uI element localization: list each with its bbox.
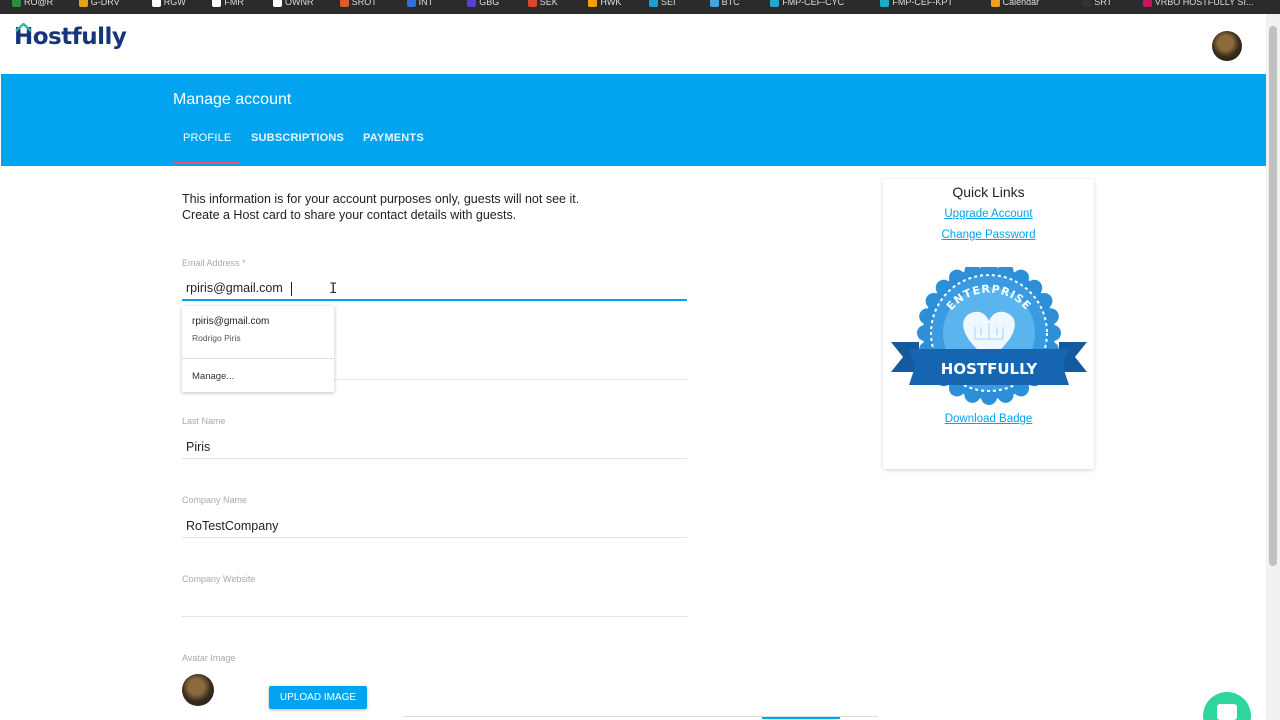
bookmark-item[interactable]: OWNR [273, 0, 314, 8]
bookmark-item[interactable]: HWK [588, 0, 621, 8]
last-name-label: Last Name [182, 416, 226, 426]
bookmark-label: FMR [224, 0, 244, 7]
house-roof-icon [15, 23, 32, 32]
autocomplete-dropdown: rpiris@gmail.com Rodrigo Piris Manage... [182, 306, 334, 392]
page-scrollbar[interactable] [1266, 14, 1280, 720]
bookmark-label: INT [418, 0, 434, 7]
bookmark-favicon-icon [151, 0, 161, 7]
bookmark-favicon-icon [12, 0, 21, 7]
bookmark-label: SEK [539, 0, 558, 7]
bookmark-item[interactable]: SRT [1082, 0, 1112, 8]
company-website-field[interactable] [182, 593, 687, 617]
bookmark-label: Calendar [1002, 0, 1040, 7]
hostfully-logo[interactable]: Hostfully [14, 23, 127, 50]
suggestion-name: Rodrigo Piris [192, 333, 241, 343]
bookmark-label: FMP-CEF-CYC [782, 0, 845, 7]
bookmark-favicon-icon [339, 0, 349, 7]
upload-image-button[interactable]: UPLOAD IMAGE [269, 686, 367, 709]
bookmark-favicon-icon [588, 0, 598, 7]
bookmark-label: SRT [1094, 0, 1113, 7]
badge-bottom-text: HOSTFULLY [941, 360, 1039, 378]
intro-line-2: Create a Host card to share your contact… [182, 208, 517, 222]
bottom-panel-accent [762, 717, 840, 719]
suggestion-email: rpiris@gmail.com [192, 316, 270, 327]
autocomplete-suggestion[interactable]: rpiris@gmail.com Rodrigo Piris [182, 306, 334, 358]
upgrade-account-link[interactable]: Upgrade Account [883, 208, 1094, 220]
download-badge-link[interactable]: Download Badge [883, 413, 1094, 425]
chat-icon [1217, 704, 1237, 720]
bookmark-item[interactable]: Calendar [990, 0, 1040, 8]
manage-account-band: Manage account PROFILE SUBSCRIPTIONS PAY… [1, 74, 1266, 166]
bookmarks-bar: RO@R G-DRV RGW FMR OWNR SROT INT GBG SEK HWK SEI BT… [0, 0, 1280, 14]
bookmark-favicon-icon [273, 0, 282, 7]
bookmark-label: BTC [721, 0, 740, 7]
email-label: Email Address * [182, 258, 246, 268]
bookmark-label: HWK [600, 0, 622, 7]
bookmark-item[interactable]: SEK [527, 0, 558, 8]
bookmark-item[interactable]: FMR [212, 0, 244, 8]
bookmark-label: RO@R [24, 0, 54, 7]
bookmark-item[interactable]: RO@R [12, 0, 53, 8]
page-title: Manage account [173, 91, 292, 108]
bookmark-favicon-icon [709, 0, 719, 7]
bookmark-label: OWNR [285, 0, 314, 7]
bookmark-label: VRBO HOSTFULLY SI... [1154, 0, 1254, 7]
bookmark-item[interactable]: INT [406, 0, 434, 8]
bookmark-favicon-icon [527, 0, 537, 7]
bookmark-item[interactable]: SEI [649, 0, 676, 8]
dropdown-divider [182, 358, 334, 359]
bookmark-favicon-icon [1082, 0, 1092, 7]
bookmark-favicon-icon [649, 0, 658, 7]
bookmark-favicon-icon [212, 0, 222, 7]
intro-line-1: This information is for your account pur… [182, 192, 580, 206]
chat-launcher-button[interactable] [1203, 692, 1251, 720]
quick-links-title: Quick Links [952, 184, 1025, 200]
user-avatar[interactable] [1212, 31, 1242, 61]
bookmark-favicon-icon [1142, 0, 1152, 7]
avatar-image-label: Avatar Image [182, 653, 236, 663]
bookmark-favicon-icon [406, 0, 416, 7]
scrollbar-thumb[interactable] [1269, 26, 1277, 566]
change-password-link[interactable]: Change Password [883, 229, 1094, 241]
bookmark-favicon-icon [990, 0, 1000, 7]
intro-text: This information is for your account pur… [182, 191, 579, 223]
company-name-field[interactable] [182, 514, 687, 538]
bookmark-favicon-icon [880, 0, 890, 7]
bookmark-item[interactable]: GBG [467, 0, 499, 8]
bookmark-item[interactable]: FMP-CEF-CYC [770, 0, 844, 8]
enterprise-badge-icon: ENTERPRISE HOSTFULLY [891, 267, 1087, 405]
bookmark-label: GBG [479, 0, 500, 7]
text-caret [291, 282, 292, 296]
bookmark-label: G-DRV [90, 0, 120, 7]
company-name-label: Company Name [182, 495, 248, 505]
bookmark-favicon-icon [770, 0, 780, 7]
company-website-label: Company Website [182, 574, 256, 584]
quick-links-card: Quick Links Upgrade Account Change Passw… [883, 179, 1094, 469]
bookmark-label: SROT [351, 0, 377, 7]
bookmark-label: RGW [163, 0, 186, 7]
bookmark-item[interactable]: BTC [709, 0, 740, 8]
avatar-image-preview [182, 674, 214, 706]
tab-subscriptions[interactable]: SUBSCRIPTIONS [251, 132, 344, 144]
text-cursor-icon: I [329, 281, 338, 297]
bookmark-item[interactable]: SROT [339, 0, 377, 8]
active-tab-indicator [173, 162, 240, 164]
bookmark-favicon-icon [467, 0, 477, 7]
bookmark-item[interactable]: FMP-CEF-KPT [880, 0, 953, 8]
tab-profile[interactable]: PROFILE [183, 132, 231, 144]
bookmark-item[interactable]: G-DRV [78, 0, 120, 8]
bookmark-item[interactable]: VRBO HOSTFULLY SI... [1142, 0, 1254, 8]
app-header: Hostfully [0, 14, 1266, 74]
bookmark-favicon-icon [78, 0, 88, 7]
last-name-field[interactable] [182, 435, 687, 459]
tab-payments[interactable]: PAYMENTS [363, 132, 424, 144]
manage-autofill-item[interactable]: Manage... [192, 371, 234, 382]
email-field[interactable] [182, 277, 687, 301]
bookmark-item[interactable]: RGW [151, 0, 186, 8]
bookmark-label: FMP-CEF-KPT [892, 0, 953, 7]
bookmark-label: SEI [661, 0, 676, 7]
